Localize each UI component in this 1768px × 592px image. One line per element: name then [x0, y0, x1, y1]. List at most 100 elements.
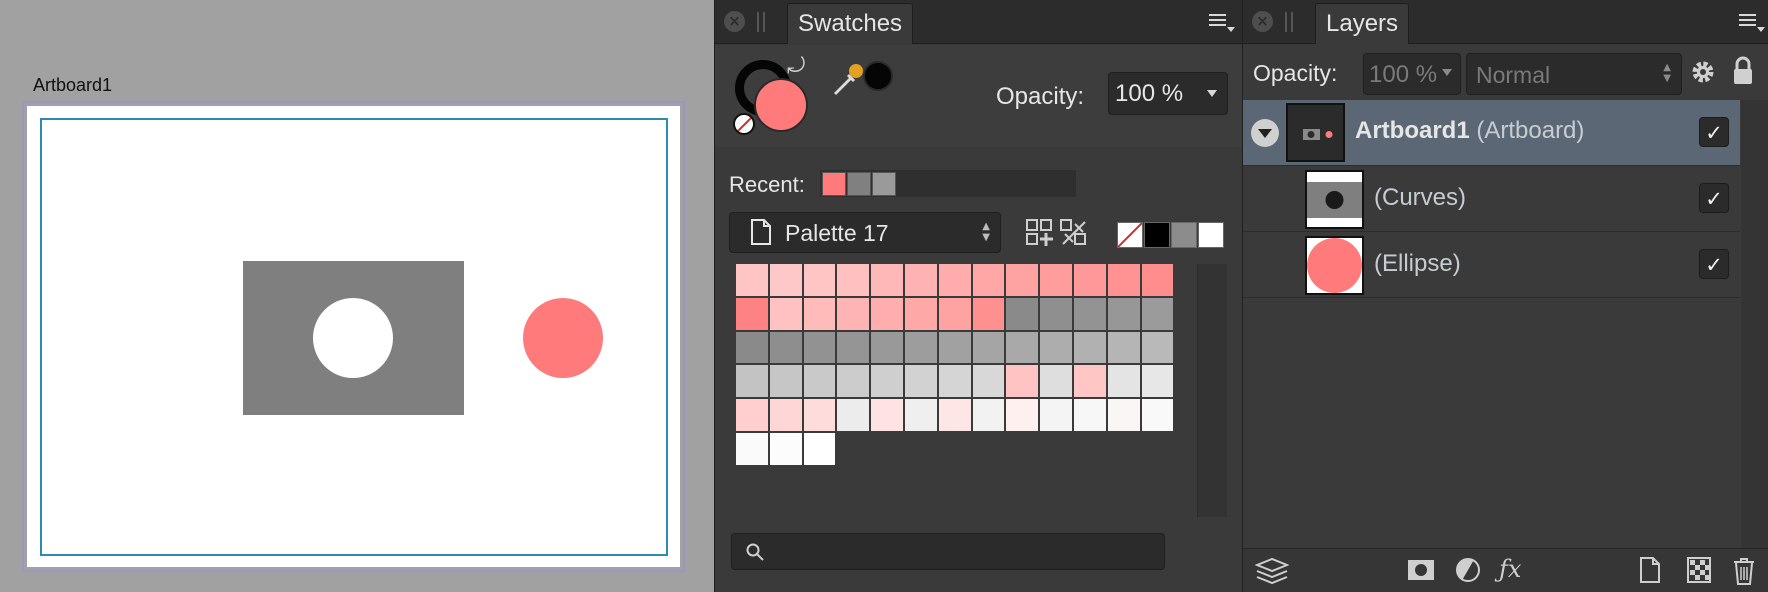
- blend-mode-dropdown[interactable]: Normal ▲ ▼: [1466, 53, 1682, 95]
- swatch-cell[interactable]: [1039, 296, 1073, 331]
- swatch-cell[interactable]: [971, 364, 1006, 399]
- tab-layers[interactable]: Layers: [1315, 3, 1410, 44]
- opacity-dropdown[interactable]: 100 %: [1108, 72, 1228, 115]
- collapse-icon[interactable]: [1251, 119, 1279, 147]
- swatch-cell[interactable]: [1072, 296, 1107, 331]
- new-layer-icon[interactable]: [1639, 557, 1661, 583]
- swatch-cell[interactable]: [1005, 364, 1040, 399]
- visibility-checkbox[interactable]: ✓: [1699, 183, 1729, 213]
- swatch-cell[interactable]: [802, 296, 837, 331]
- tab-swatches[interactable]: Swatches: [787, 3, 914, 44]
- swatch-cell[interactable]: [1039, 364, 1073, 399]
- swatch-cell[interactable]: [903, 263, 938, 297]
- grip-icon[interactable]: [757, 12, 765, 32]
- swatch-cell[interactable]: [768, 263, 803, 297]
- pixel-layer-icon[interactable]: [1687, 557, 1711, 583]
- swatch-cell[interactable]: [768, 296, 803, 331]
- swatch-scrollbar[interactable]: [1197, 264, 1227, 517]
- swatch-cell[interactable]: [802, 330, 837, 365]
- swatch-cell[interactable]: [937, 263, 972, 297]
- close-icon[interactable]: ×: [1252, 11, 1273, 32]
- swatch-cell[interactable]: [870, 330, 904, 365]
- swatch-cell[interactable]: [735, 330, 769, 365]
- swatch-cell[interactable]: [1106, 364, 1141, 399]
- swatch-cell[interactable]: [836, 398, 871, 432]
- fx-icon[interactable]: ƒx: [1499, 555, 1521, 583]
- swatch-cell[interactable]: [1106, 263, 1141, 297]
- color-picker-icon[interactable]: [830, 61, 866, 97]
- swatch-cell[interactable]: [903, 364, 938, 399]
- swatch-cell[interactable]: [836, 364, 871, 399]
- picked-color-well[interactable]: [863, 61, 893, 91]
- swatch-cell[interactable]: [937, 364, 972, 399]
- recent-swatch[interactable]: [822, 172, 846, 196]
- panel-menu-icon[interactable]: [1209, 12, 1235, 34]
- swatch-cell[interactable]: [802, 263, 837, 297]
- layer-row-ellipse[interactable]: (Ellipse) ✓: [1243, 233, 1740, 298]
- none-swatch[interactable]: [1117, 222, 1143, 248]
- swatch-cell[interactable]: [903, 330, 938, 365]
- swatch-cell[interactable]: [903, 296, 938, 331]
- swatch-cell[interactable]: [1005, 296, 1040, 331]
- lock-icon[interactable]: [1731, 56, 1755, 86]
- swatch-cell[interactable]: [870, 296, 904, 331]
- recent-swatch[interactable]: [872, 172, 896, 196]
- layer-opacity-dropdown[interactable]: 100 %: [1363, 53, 1461, 95]
- swatch-cell[interactable]: [735, 263, 769, 297]
- swatch-cell[interactable]: [1140, 364, 1175, 399]
- swatch-cell[interactable]: [735, 364, 769, 399]
- panel-menu-icon[interactable]: [1739, 12, 1765, 34]
- black-swatch[interactable]: [1144, 222, 1170, 248]
- swatch-cell[interactable]: [1106, 296, 1141, 331]
- swatch-cell[interactable]: [1005, 263, 1040, 297]
- visibility-checkbox[interactable]: ✓: [1699, 249, 1729, 279]
- swatch-cell[interactable]: [971, 398, 1006, 432]
- swatch-cell[interactable]: [1005, 398, 1040, 432]
- swatch-cell[interactable]: [937, 398, 972, 432]
- swatch-cell[interactable]: [1106, 330, 1141, 365]
- swatch-cell[interactable]: [836, 296, 871, 331]
- layers-scrollbar[interactable]: [1741, 100, 1768, 548]
- swatch-cell[interactable]: [1072, 364, 1107, 399]
- swatch-cell[interactable]: [1106, 398, 1141, 432]
- swatch-cell[interactable]: [937, 330, 972, 365]
- swatch-cell[interactable]: [1140, 263, 1175, 297]
- document-canvas[interactable]: Artboard1: [0, 0, 714, 592]
- swatch-cell[interactable]: [802, 398, 837, 432]
- artboard-label[interactable]: Artboard1: [33, 75, 112, 96]
- swatch-cell[interactable]: [1072, 330, 1107, 365]
- swatch-cell[interactable]: [1140, 330, 1175, 365]
- swatch-cell[interactable]: [971, 296, 1006, 331]
- swatch-cell[interactable]: [1140, 398, 1175, 432]
- palette-dropdown[interactable]: Palette 17 ▲ ▼: [729, 212, 1001, 253]
- swatch-cell[interactable]: [1140, 296, 1175, 331]
- swatch-cell[interactable]: [735, 431, 769, 466]
- swatch-cell[interactable]: [870, 364, 904, 399]
- swatch-cell[interactable]: [1005, 330, 1040, 365]
- swatch-cell[interactable]: [768, 330, 803, 365]
- remove-swatch-icon[interactable]: [1059, 218, 1089, 248]
- swatch-cell[interactable]: [903, 398, 938, 432]
- adjustment-icon[interactable]: [1455, 557, 1481, 583]
- swatch-cell[interactable]: [1039, 330, 1073, 365]
- ellipse-shape[interactable]: [523, 298, 603, 378]
- swatch-cell[interactable]: [971, 330, 1006, 365]
- swatch-cell[interactable]: [836, 330, 871, 365]
- swatch-cell[interactable]: [802, 364, 837, 399]
- swatch-cell[interactable]: [870, 398, 904, 432]
- swatch-cell[interactable]: [971, 263, 1006, 297]
- recent-swatch[interactable]: [847, 172, 871, 196]
- add-swatch-icon[interactable]: [1025, 218, 1055, 248]
- search-box[interactable]: [731, 533, 1165, 570]
- swatch-cell[interactable]: [802, 431, 837, 466]
- close-icon[interactable]: ×: [724, 11, 745, 32]
- layer-row-curves[interactable]: (Curves) ✓: [1243, 167, 1740, 232]
- layer-row-artboard[interactable]: Artboard1 (Artboard) ✓: [1243, 100, 1740, 166]
- grip-icon[interactable]: [1285, 12, 1293, 32]
- swatch-cell[interactable]: [1072, 398, 1107, 432]
- swatch-cell[interactable]: [836, 263, 871, 297]
- swatch-cell[interactable]: [735, 296, 769, 331]
- visibility-checkbox[interactable]: ✓: [1699, 117, 1729, 147]
- none-color-icon[interactable]: [733, 113, 755, 135]
- swatch-cell[interactable]: [768, 364, 803, 399]
